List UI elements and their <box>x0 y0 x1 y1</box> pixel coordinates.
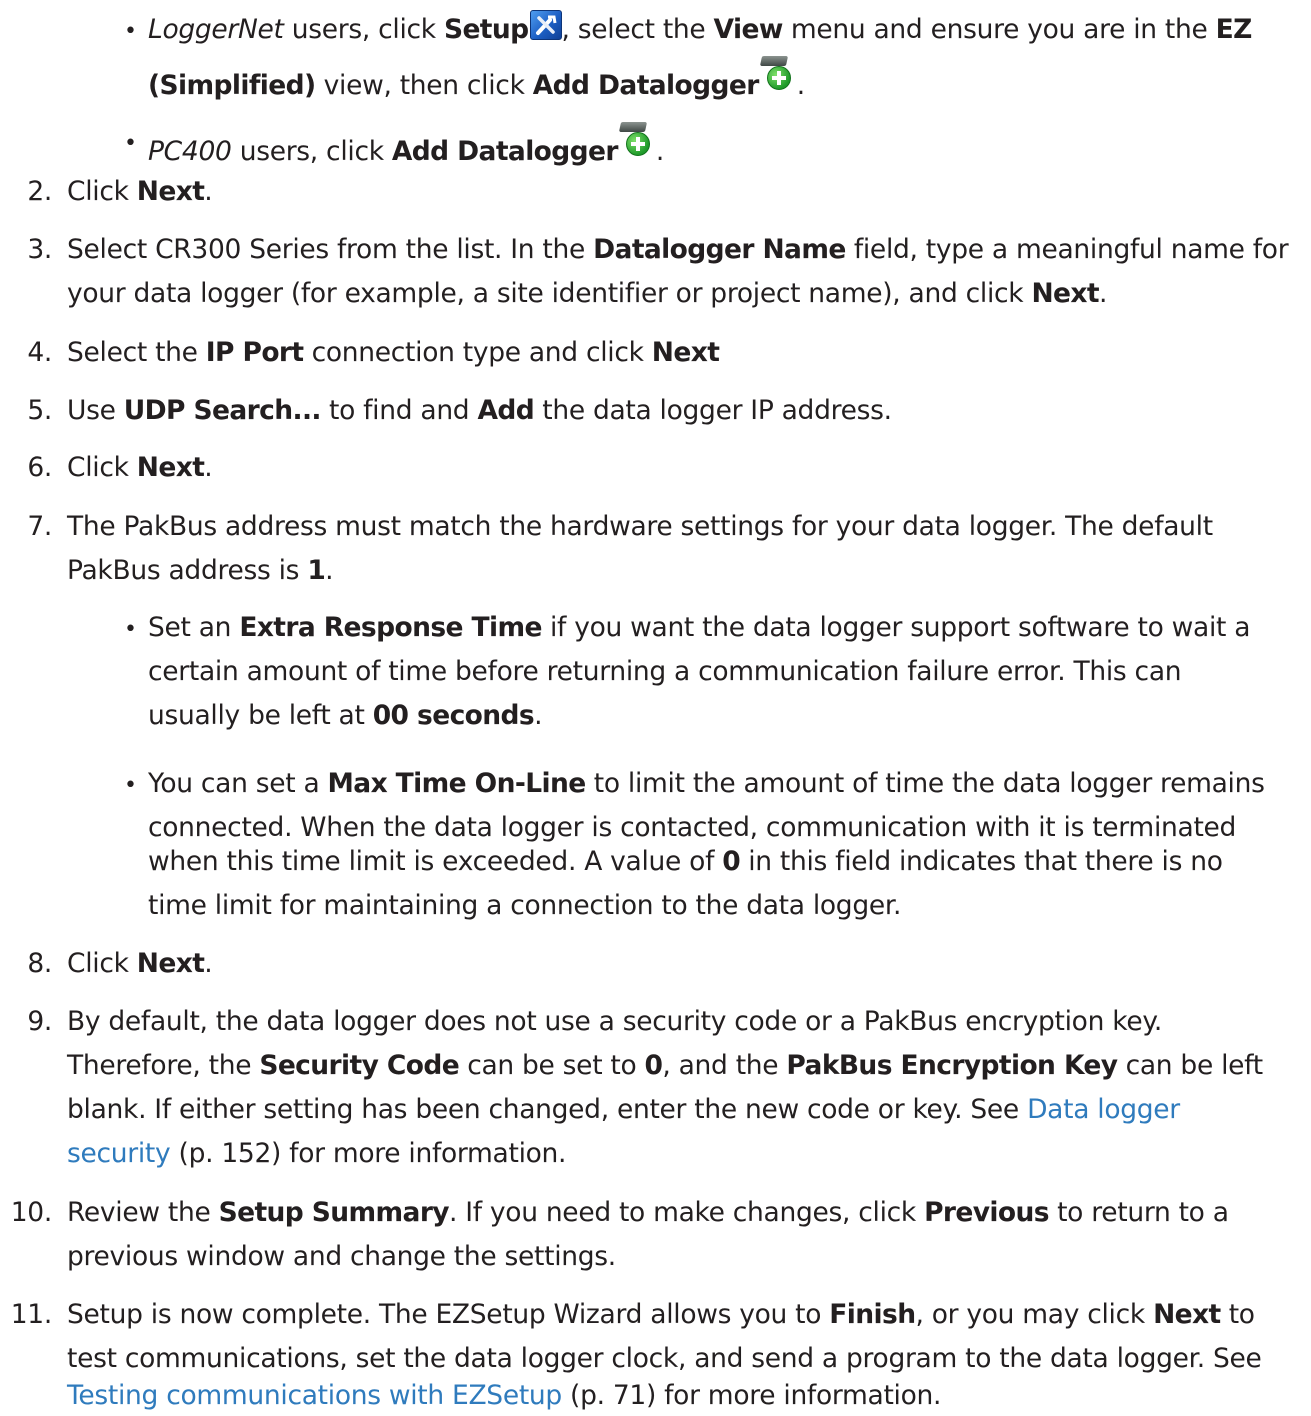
bullet-marker: • <box>124 131 137 156</box>
bullet-marker: • <box>124 773 137 798</box>
step-9-line1: By default, the data logger does not use… <box>67 1006 1163 1037</box>
step-5-text: Use UDP Search... to find and Add the da… <box>67 395 892 426</box>
step-9-line4: security (p. 152) for more information. <box>67 1138 567 1169</box>
step-7-line1: The PakBus address must match the hardwa… <box>67 511 1213 542</box>
step-10-line2: previous window and change the settings. <box>67 1241 616 1272</box>
step-9-line2: Therefore, the Security Code can be set … <box>67 1050 1263 1081</box>
step-number: 6. <box>27 452 52 483</box>
pc400-label: PC400 <box>148 136 232 167</box>
loggernet-label: LoggerNet <box>148 14 284 45</box>
step-7-line2: PakBus address is 1. <box>67 555 334 586</box>
testing-communications-link[interactable]: Testing communications with EZSetup <box>67 1380 562 1411</box>
max-time-line1: You can set a Max Time On-Line to limit … <box>148 768 1265 799</box>
bullet-marker: • <box>124 617 137 642</box>
step-number: 10. <box>10 1197 53 1228</box>
step-11-line2: test communications, set the data logger… <box>67 1343 1262 1374</box>
extra-response-line1: Set an Extra Response Time if you want t… <box>148 612 1251 643</box>
step-number: 5. <box>27 395 52 426</box>
step-6-text: Click Next. <box>67 452 213 483</box>
max-time-line4: time limit for maintaining a connection … <box>148 890 902 921</box>
step-9-line3: blank. If either setting has been change… <box>67 1094 1180 1125</box>
step-number: 2. <box>27 176 52 207</box>
extra-response-line3: usually be left at 00 seconds. <box>148 700 543 731</box>
extra-response-line2: certain amount of time before returning … <box>148 656 1182 687</box>
step-3-line1: Select CR300 Series from the list. In th… <box>67 234 1289 265</box>
step-number: 7. <box>27 511 52 542</box>
document-page: • LoggerNet users, click Setup, select t… <box>0 0 1311 1416</box>
step-number: 9. <box>27 1006 52 1037</box>
loggernet-instruction-line1: LoggerNet users, click Setup, select the… <box>148 10 1252 50</box>
step-4-text: Select the IP Port connection type and c… <box>67 337 720 368</box>
max-time-line3: when this time limit is exceeded. A valu… <box>148 846 1223 877</box>
step-10-line1: Review the Setup Summary. If you need to… <box>67 1197 1229 1228</box>
bullet-marker: • <box>124 19 137 44</box>
add-datalogger-icon[interactable] <box>618 122 656 156</box>
step-number: 4. <box>27 337 52 368</box>
step-11-line3: Testing communications with EZSetup (p. … <box>67 1380 942 1411</box>
loggernet-instruction-line2: (Simplified) view, then click Add Datalo… <box>148 56 805 106</box>
step-number: 8. <box>27 948 52 979</box>
data-logger-security-link[interactable]: security <box>67 1138 171 1169</box>
step-11-line1: Setup is now complete. The EZSetup Wizar… <box>67 1299 1255 1330</box>
step-number: 11. <box>10 1299 53 1330</box>
step-number: 3. <box>27 234 52 265</box>
step-2-text: Click Next. <box>67 176 213 207</box>
add-datalogger-icon[interactable] <box>759 56 797 90</box>
data-logger-security-link[interactable]: Data logger <box>1027 1094 1180 1125</box>
step-8-text: Click Next. <box>67 948 213 979</box>
setup-tools-icon[interactable] <box>529 10 562 40</box>
step-3-line2: your data logger (for example, a site id… <box>67 278 1108 309</box>
pc400-instruction: PC400 users, click Add Datalogger. <box>148 122 664 172</box>
